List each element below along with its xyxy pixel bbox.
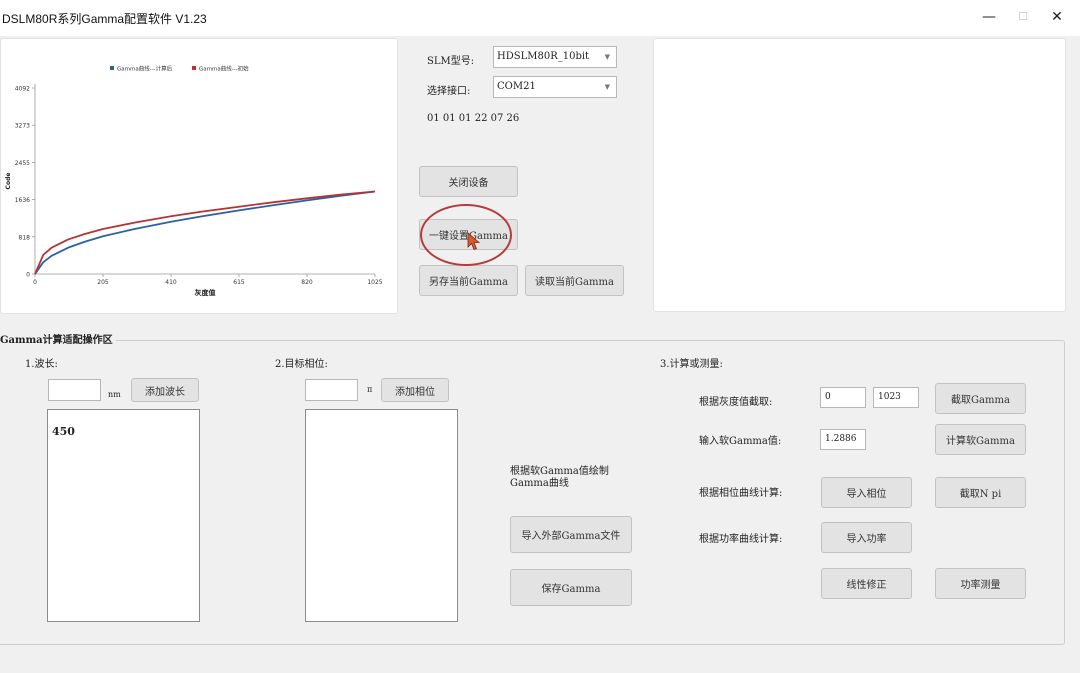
power-measure-button[interactable]: 功率测量 <box>935 568 1026 599</box>
soft-gamma-label: 输入软Gamma值: <box>699 436 782 447</box>
read-current-gamma-button[interactable]: 读取当前Gamma <box>525 265 624 296</box>
y-tick-label: 1636 <box>15 197 30 204</box>
port-value: COM21 <box>497 81 536 92</box>
gray-end-input[interactable]: 1023 <box>873 387 919 408</box>
linear-correction-button[interactable]: 线性修正 <box>821 568 912 599</box>
phase-label: 2.目标相位: <box>275 359 328 370</box>
calc-label: 3.计算或测量: <box>660 359 723 370</box>
import-power-button[interactable]: 导入功率 <box>821 522 912 553</box>
save-current-gamma-button[interactable]: 另存当前Gamma <box>419 265 518 296</box>
wavelength-unit: nm <box>108 390 121 399</box>
x-tick-label: 0 <box>33 279 37 286</box>
import-external-gamma-button[interactable]: 导入外部Gamma文件 <box>510 516 632 553</box>
intercept-by-gray-label: 根据灰度值截取: <box>699 397 773 408</box>
wavelength-input[interactable] <box>48 379 101 401</box>
calc-soft-gamma-button[interactable]: 计算软Gamma <box>935 424 1026 455</box>
gamma-chart: 0 818 1636 2455 3273 4092 0 205 410 615 820 1025 灰度值… <box>5 65 383 298</box>
x-tick-label: 1025 <box>367 279 382 286</box>
wavelength-list[interactable]: 450 <box>47 409 200 622</box>
x-axis-label: 灰度值 <box>195 288 216 297</box>
title-bar: DSLM80R系列Gamma配置软件 V1.23 — ☐ ✕ <box>0 0 1080 36</box>
save-gamma-button[interactable]: 保存Gamma <box>510 569 632 606</box>
minimize-button[interactable]: — <box>974 5 1004 29</box>
slm-model-value: HDSLM80R_10bit <box>497 51 590 62</box>
power-curve-label: 根据功率曲线计算: <box>699 534 783 545</box>
legend-swatch <box>110 66 114 70</box>
gray-start-input[interactable]: 0 <box>820 387 866 408</box>
intercept-npi-button[interactable]: 截取N pi <box>935 477 1026 508</box>
x-tick-label: 205 <box>97 279 109 286</box>
port-label: 选择接口: <box>427 86 471 97</box>
chevron-down-icon: ▼ <box>604 53 610 61</box>
preview-panel <box>653 38 1066 312</box>
add-phase-button[interactable]: 添加相位 <box>381 378 449 402</box>
legend-label: Gamma曲线---计算后 <box>117 65 173 73</box>
y-axis-label: Code <box>5 173 12 190</box>
slm-model-label: SLM型号: <box>427 56 475 67</box>
phase-curve-label: 根据相位曲线计算: <box>699 488 783 499</box>
soft-gamma-input[interactable]: 1.2886 <box>820 429 866 450</box>
x-tick-label: 820 <box>301 279 313 286</box>
legend-swatch <box>192 66 196 70</box>
y-tick-label: 4092 <box>15 86 30 93</box>
legend-label: Gamma曲线---初始 <box>199 65 249 73</box>
import-phase-button[interactable]: 导入相位 <box>821 477 912 508</box>
gamma-chart-panel: 0 818 1636 2455 3273 4092 0 205 410 615 820 1025 灰度值… <box>0 38 398 314</box>
x-tick-label: 615 <box>233 279 245 286</box>
slm-model-select[interactable]: HDSLM80R_10bit ▼ <box>493 46 617 68</box>
intercept-gamma-button[interactable]: 截取Gamma <box>935 383 1026 414</box>
close-device-button[interactable]: 关闭设备 <box>419 166 518 197</box>
phase-unit: π <box>367 385 373 394</box>
y-tick-label: 818 <box>19 234 31 241</box>
window-title: DSLM80R系列Gamma配置软件 V1.23 <box>2 12 207 26</box>
x-tick-label: 410 <box>165 279 177 286</box>
port-select[interactable]: COM21 ▼ <box>493 76 617 98</box>
y-tick-label: 0 <box>26 272 30 279</box>
wavelength-label: 1.波长: <box>25 359 58 370</box>
phase-list[interactable] <box>305 409 458 622</box>
close-button[interactable]: ✕ <box>1042 5 1072 29</box>
y-tick-label: 3273 <box>15 123 30 130</box>
chevron-down-icon: ▼ <box>604 83 610 91</box>
phase-input[interactable] <box>305 379 358 401</box>
add-wavelength-button[interactable]: 添加波长 <box>131 378 199 402</box>
y-tick-label: 2455 <box>15 160 30 167</box>
series-line-1 <box>34 190 376 275</box>
list-item[interactable]: 450 <box>52 425 75 438</box>
highlight-circle <box>420 204 512 266</box>
hex-readout: 01 01 01 22 07 26 <box>427 113 520 124</box>
draw-curve-text: 根据软Gamma值绘制Gamma曲线 <box>510 466 609 489</box>
groupbox-title: Gamma计算适配操作区 <box>0 331 116 346</box>
maximize-button[interactable]: ☐ <box>1008 5 1038 29</box>
mouse-cursor-icon <box>467 232 481 251</box>
